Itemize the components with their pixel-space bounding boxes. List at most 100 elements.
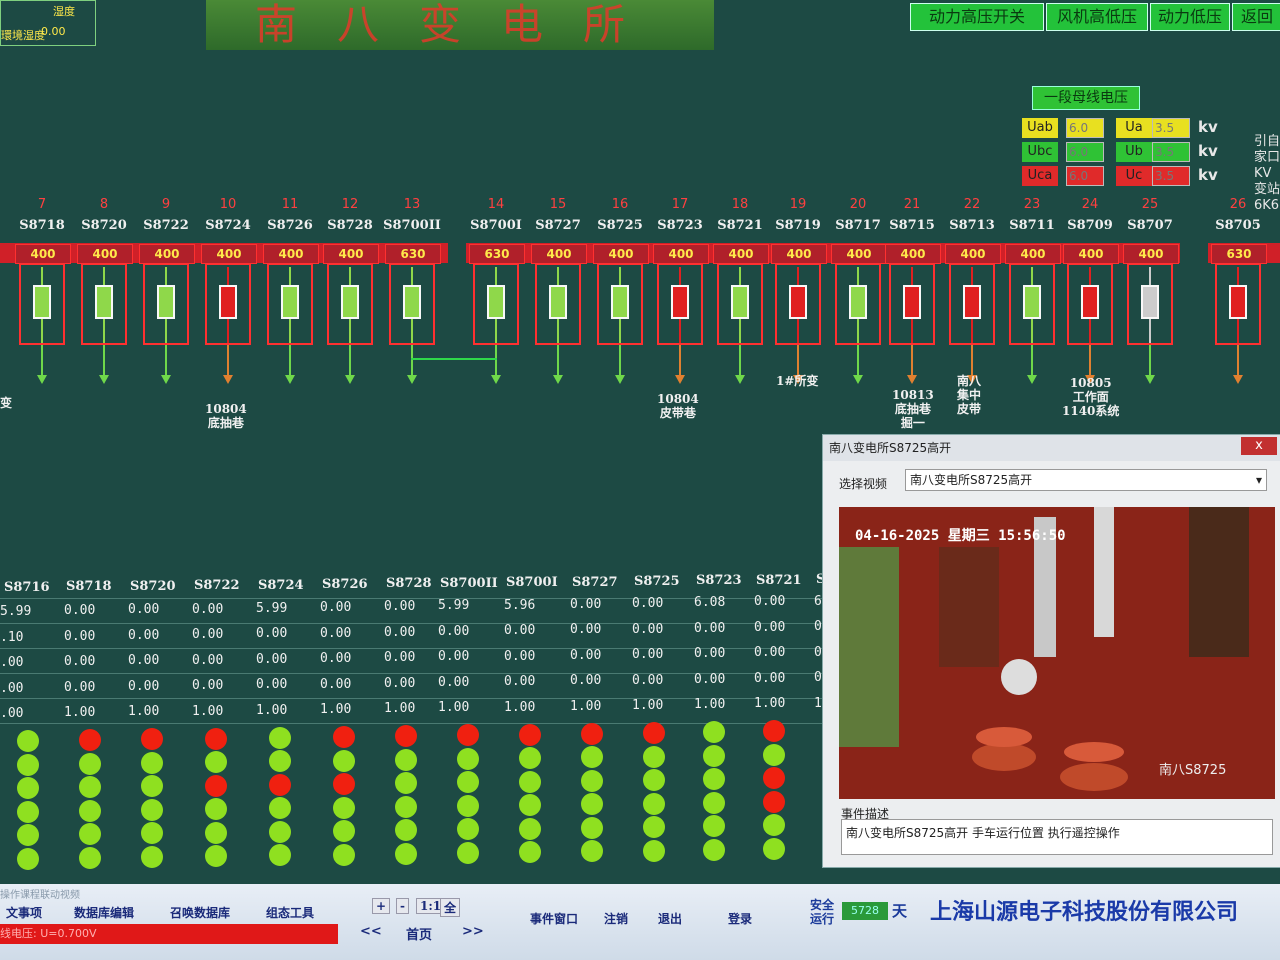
feeder-name[interactable]: S8718: [10, 218, 74, 233]
switch-cell[interactable]: [389, 263, 435, 345]
connector-line: [1149, 267, 1151, 285]
top-nav-button[interactable]: 动力高压开关: [910, 3, 1044, 31]
feeder-name[interactable]: S8723: [648, 218, 712, 233]
table-cell: 1.00: [754, 696, 786, 712]
breaker-icon: [219, 285, 237, 319]
switch-cell[interactable]: [657, 263, 703, 345]
feeder-capacity: 400: [713, 244, 769, 264]
feeder-name[interactable]: S8713: [940, 218, 1004, 233]
bus-voltage-title[interactable]: 一段母线电压: [1032, 86, 1140, 110]
top-nav-button[interactable]: 动力低压: [1150, 3, 1230, 31]
feeder-name[interactable]: S8711: [1000, 218, 1064, 233]
action-button[interactable]: 注销: [604, 910, 628, 927]
switch-cell[interactable]: [597, 263, 643, 345]
status-line: 线电压: U=0.700V: [0, 924, 338, 944]
feeder-name[interactable]: S8705: [1206, 218, 1270, 233]
feeder-line: [1089, 345, 1091, 375]
arrow-down-icon: [223, 375, 233, 384]
page-nav-button[interactable]: >>: [462, 924, 484, 939]
column-header: S8720: [130, 578, 176, 594]
feeder-destination-label: 10804 底抽巷: [205, 402, 247, 430]
switch-cell[interactable]: [949, 263, 995, 345]
switch-cell[interactable]: [835, 263, 881, 345]
feeder-name[interactable]: S8700I: [464, 218, 528, 233]
feeder-capacity: 400: [201, 244, 257, 264]
toolbar-button[interactable]: 数据库编辑: [74, 904, 134, 921]
switch-cell[interactable]: [327, 263, 373, 345]
feeder-name[interactable]: S8726: [258, 218, 322, 233]
status-indicator: [333, 773, 355, 795]
feeder-number: 25: [1141, 197, 1159, 212]
table-cell: 0.00: [128, 627, 160, 643]
toolbar-button[interactable]: 召唤数据库: [170, 904, 230, 921]
switch-cell[interactable]: [1009, 263, 1055, 345]
column-header: S8726: [322, 577, 368, 592]
voltage-label: Ua: [1116, 118, 1152, 138]
action-button[interactable]: 退出: [658, 910, 682, 927]
switch-cell[interactable]: [1067, 263, 1113, 345]
zoom-button[interactable]: -: [396, 898, 409, 914]
table-cell: 0.00: [694, 620, 726, 636]
status-indicator: [141, 728, 163, 751]
feeder-name[interactable]: S8720: [72, 218, 136, 233]
table-cell: .00: [0, 655, 24, 670]
table-cell: 6.08: [694, 595, 726, 611]
switch-cell[interactable]: [775, 263, 821, 345]
action-button[interactable]: 事件窗口: [530, 910, 578, 927]
feeder-name[interactable]: S8721: [708, 218, 772, 233]
toolbar-button[interactable]: 文事项: [6, 904, 42, 921]
table-cell: 1.00: [694, 697, 726, 713]
toolbar-button[interactable]: 组态工具: [266, 904, 314, 921]
video-select[interactable]: 南八变电所S8725高开 ▾: [905, 469, 1267, 491]
table-cell: 0.00: [694, 646, 726, 662]
zoom-button[interactable]: 全: [440, 898, 461, 917]
table-cell: 1.00: [384, 701, 416, 717]
switch-cell[interactable]: [535, 263, 581, 345]
event-description[interactable]: 南八变电所S8725高开 手车运行位置 执行遥控操作: [841, 819, 1273, 855]
status-indicator: [333, 749, 355, 772]
close-button[interactable]: x: [1241, 437, 1277, 455]
feeder-name[interactable]: S8719: [766, 218, 830, 233]
feeder-line: [679, 345, 681, 375]
switch-cell[interactable]: [81, 263, 127, 345]
switch-cell[interactable]: [473, 263, 519, 345]
status-indicator: [79, 776, 101, 799]
connector-line: [165, 267, 167, 285]
breaker-icon: [731, 285, 749, 319]
company-name: 上海山源电子科技股份有限公司: [930, 899, 1239, 925]
table-cell: 1.00: [570, 698, 602, 714]
page-nav-button[interactable]: 首页: [406, 924, 432, 943]
feeder-name[interactable]: S8709: [1058, 218, 1122, 233]
status-indicator: [269, 750, 291, 773]
top-nav-button[interactable]: 风机高低压: [1046, 3, 1148, 31]
popup-titlebar[interactable]: 南八变电所S8725高开 x: [823, 435, 1280, 461]
arrow-down-icon: [407, 375, 417, 384]
zoom-button[interactable]: +: [372, 898, 391, 914]
voltage-value: 3.5: [1152, 142, 1190, 162]
page-nav-button[interactable]: <<: [360, 924, 382, 939]
feeder-name[interactable]: S8722: [134, 218, 198, 233]
feeder-name[interactable]: S8725: [588, 218, 652, 233]
switch-cell[interactable]: [889, 263, 935, 345]
status-indicator: [763, 790, 785, 813]
switch-cell[interactable]: [1215, 263, 1261, 345]
feeder-name[interactable]: S8700II: [380, 218, 444, 233]
switch-cell[interactable]: [205, 263, 251, 345]
feeder-name[interactable]: S8707: [1118, 218, 1182, 233]
top-nav-button[interactable]: 返回: [1232, 3, 1280, 31]
feeder-number: 19: [789, 197, 807, 212]
switch-cell[interactable]: [717, 263, 763, 345]
arrow-down-icon: [675, 375, 685, 384]
switch-cell[interactable]: [1127, 263, 1173, 345]
switch-cell[interactable]: [267, 263, 313, 345]
feeder-name[interactable]: S8724: [196, 218, 260, 233]
feeder-number: 7: [37, 197, 47, 212]
table-cell: 0.00: [320, 676, 352, 692]
feeder-name[interactable]: S8727: [526, 218, 590, 233]
feeder-name[interactable]: S8715: [880, 218, 944, 233]
connector-line: [227, 319, 229, 343]
switch-cell[interactable]: [19, 263, 65, 345]
feeder-name[interactable]: S8728: [318, 218, 382, 233]
switch-cell[interactable]: [143, 263, 189, 345]
action-button[interactable]: 登录: [728, 910, 752, 927]
